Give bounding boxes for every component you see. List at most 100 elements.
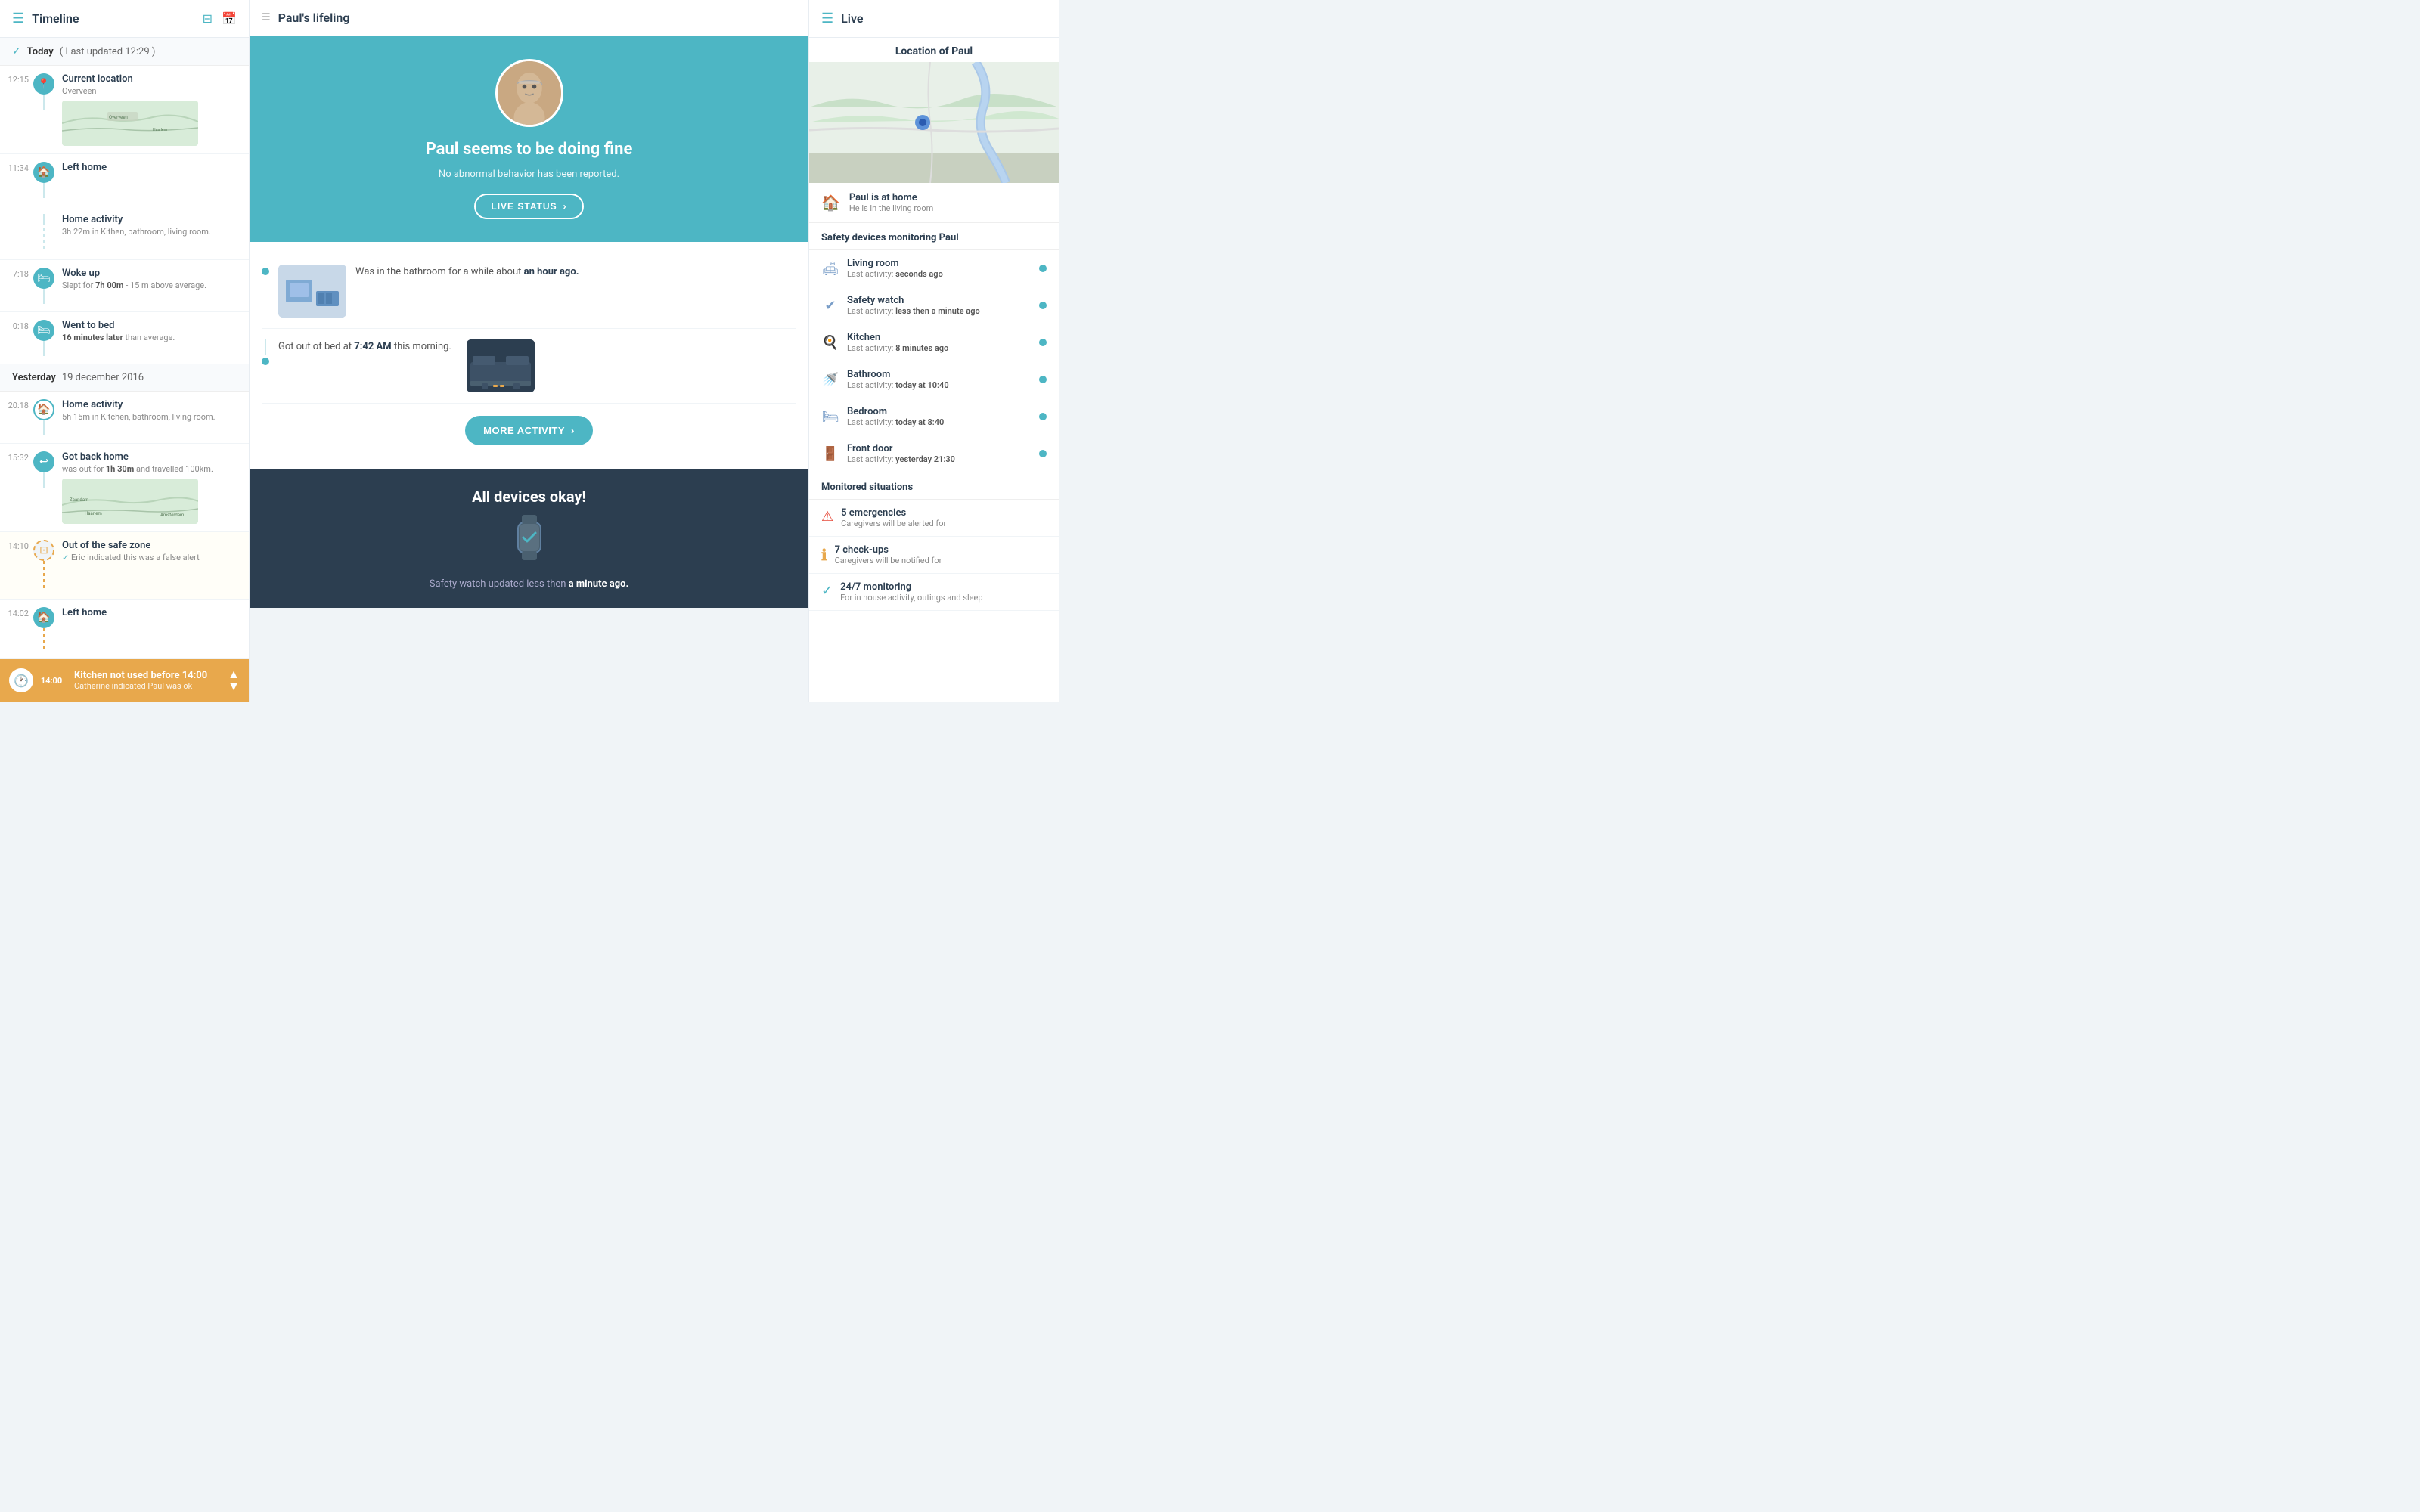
tl-content-got-back: Got back home was out for 1h 30m and tra… xyxy=(54,451,240,524)
filter-icon[interactable]: ⊟ xyxy=(203,11,213,26)
activity-thumb-bedroom xyxy=(467,339,535,392)
left-panel-title: Timeline xyxy=(32,11,195,26)
tl-sub-bed: 16 minutes later than average. xyxy=(62,333,240,342)
center-menu-icon[interactable]: ☰ xyxy=(262,12,271,23)
activity-text-bathroom: Was in the bathroom for a while about an… xyxy=(355,265,579,280)
tl-item-left-home-1: 11:34 🏠 Left home xyxy=(0,154,249,206)
device-status-front-door xyxy=(1039,450,1047,457)
tl-sub-safe-zone: ✓ Eric indicated this was a false alert xyxy=(62,553,240,562)
bathroom-icon: 🚿 xyxy=(821,372,839,388)
alert-text: Kitchen not used before 14:00 Catherine … xyxy=(74,670,220,691)
activity-text-bedroom: Got out of bed at 7:42 AM this morning. xyxy=(278,339,451,355)
tl-content-woke: Woke up Slept for 7h 00m - 15 m above av… xyxy=(54,268,240,290)
activity-dot-1 xyxy=(262,268,269,275)
today-label: Today xyxy=(27,46,54,57)
today-header: ✓ Today ( Last updated 12:29 ) xyxy=(0,38,249,66)
tl-dot-woke: 🛏 xyxy=(33,268,54,289)
chevron-down-icon[interactable]: ▼ xyxy=(228,680,240,692)
alert-bar[interactable]: 🕐 14:00 Kitchen not used before 14:00 Ca… xyxy=(0,659,249,702)
device-status-bathroom xyxy=(1039,376,1047,383)
today-check-icon: ✓ xyxy=(12,45,21,57)
profile-status: Paul seems to be doing fine xyxy=(426,139,633,161)
tl-title-safe-zone: Out of the safe zone xyxy=(62,540,240,551)
location-text: Paul is at home He is in the living room xyxy=(849,192,933,213)
live-status-button[interactable]: LIVE STATUS › xyxy=(474,194,583,219)
tl-content-home-activity-1: Home activity 3h 22m in Kithen, bathroom… xyxy=(54,214,240,237)
tl-item-got-back: 15:32 ↩ Got back home was out for 1h 30m… xyxy=(0,444,249,532)
today-updated: ( Last updated 12:29 ) xyxy=(60,46,156,57)
calendar-icon[interactable]: 📅 xyxy=(222,11,237,26)
device-text-kitchen: Kitchen Last activity: 8 minutes ago xyxy=(847,332,1032,353)
devices-section-header: Safety devices monitoring Paul xyxy=(809,223,1059,250)
right-menu-icon[interactable]: ☰ xyxy=(821,11,833,26)
devices-card: All devices okay! Safety watch updated l… xyxy=(250,469,808,608)
alert-sub: Catherine indicated Paul was ok xyxy=(74,681,220,691)
right-topbar: ☰ Live xyxy=(809,0,1059,38)
tl-sub-woke: Slept for 7h 00m - 15 m above average. xyxy=(62,280,240,290)
tl-sub-got-back: was out for 1h 30m and travelled 100km. xyxy=(62,464,240,474)
front-door-icon: 🚪 xyxy=(821,446,839,462)
activity-item-bathroom: Was in the bathroom for a while about an… xyxy=(262,254,796,329)
paul-location-map xyxy=(809,62,1059,183)
center-scroll[interactable]: Paul seems to be doing fine No abnormal … xyxy=(250,36,808,702)
left-topbar: ☰ Timeline ⊟ 📅 xyxy=(0,0,249,38)
device-status-kitchen xyxy=(1039,339,1047,346)
bedroom-icon: 🛏 xyxy=(821,409,839,425)
location-title: Paul is at home xyxy=(849,192,933,203)
devices-watch-icon xyxy=(265,515,793,569)
monitored-section-header: Monitored situations xyxy=(809,472,1059,500)
center-panel-title: Paul's lifeling xyxy=(278,11,350,25)
tl-time-1402: 14:02 xyxy=(6,607,33,618)
tl-title-bed: Went to bed xyxy=(62,320,240,331)
tl-time-empty xyxy=(6,214,33,215)
tl-title-home-activity-2: Home activity xyxy=(62,399,240,411)
tl-content-location: Current location Overveen Overveen Haarl… xyxy=(54,73,240,146)
tl-dot-got-back: ↩ xyxy=(33,451,54,472)
more-activity-label: MORE ACTIVITY xyxy=(483,425,565,436)
live-status-chevron: › xyxy=(563,201,567,212)
profile-card: Paul seems to be doing fine No abnormal … xyxy=(250,36,808,242)
activity-section: Was in the bathroom for a while about an… xyxy=(250,242,808,469)
tl-item-bed: 0:18 🛏 Went to bed 16 minutes later than… xyxy=(0,312,249,364)
yesterday-label: Yesterday xyxy=(12,372,56,383)
tl-item-left-home-2: 14:02 🏠 Left home xyxy=(0,600,249,659)
location-sub: He is in the living room xyxy=(849,203,933,213)
monitored-checkups: ℹ 7 check-ups Caregivers will be notifie… xyxy=(809,537,1059,574)
activity-dot-2 xyxy=(262,358,269,365)
tl-sub-home-activity-1: 3h 22m in Kithen, bathroom, living room. xyxy=(62,227,240,237)
tl-time-1532: 15:32 xyxy=(6,451,33,463)
left-menu-icon[interactable]: ☰ xyxy=(12,11,24,26)
svg-text:Haarlem: Haarlem xyxy=(85,511,102,516)
tl-dot-home-1: 🏠 xyxy=(33,162,54,183)
kitchen-icon: 🍳 xyxy=(821,335,839,351)
tl-title-left-home-2: Left home xyxy=(62,607,240,618)
right-scroll[interactable]: Location of Paul 🏠 P xyxy=(809,38,1059,702)
monitored-247: ✓ 24/7 monitoring For in house activity,… xyxy=(809,574,1059,611)
device-bathroom: 🚿 Bathroom Last activity: today at 10:40 xyxy=(809,361,1059,398)
tl-content-safe-zone: Out of the safe zone ✓ Eric indicated th… xyxy=(54,540,240,562)
tl-item-home-activity-1: Home activity 3h 22m in Kithen, bathroom… xyxy=(0,206,249,260)
living-room-icon: 🛋 xyxy=(821,261,839,277)
more-activity-wrapper: MORE ACTIVITY › xyxy=(262,416,796,445)
left-panel: ☰ Timeline ⊟ 📅 ✓ Today ( Last updated 12… xyxy=(0,0,250,702)
right-panel: ☰ Live Location of Paul xyxy=(809,0,1059,702)
tl-dot-safe-zone: ⊡ xyxy=(33,540,54,561)
device-text-bedroom: Bedroom Last activity: today at 8:40 xyxy=(847,406,1032,427)
yesterday-date: 19 december 2016 xyxy=(62,372,144,383)
more-activity-chevron: › xyxy=(571,425,575,436)
more-activity-button[interactable]: MORE ACTIVITY › xyxy=(465,416,593,445)
monitored-text-emergencies: 5 emergencies Caregivers will be alerted… xyxy=(841,507,946,528)
device-front-door: 🚪 Front door Last activity: yesterday 21… xyxy=(809,435,1059,472)
device-text-living-room: Living room Last activity: seconds ago xyxy=(847,258,1032,279)
tl-content-bed: Went to bed 16 minutes later than averag… xyxy=(54,320,240,342)
paul-location-info: 🏠 Paul is at home He is in the living ro… xyxy=(809,183,1059,223)
left-actions: ⊟ 📅 xyxy=(203,11,237,26)
alert-chevrons[interactable]: ▲ ▼ xyxy=(228,668,240,692)
devices-title: All devices okay! xyxy=(265,488,793,506)
timeline-scroll[interactable]: ✓ Today ( Last updated 12:29 ) 12:15 📍 C… xyxy=(0,38,249,702)
tl-map-haarlem: Zaandam Haarlem Amsterdam xyxy=(62,479,198,524)
alert-clock-icon: 🕐 xyxy=(9,668,33,692)
device-status-living-room xyxy=(1039,265,1047,272)
tl-time-2018: 20:18 xyxy=(6,399,33,411)
tl-time-018: 0:18 xyxy=(6,320,33,331)
